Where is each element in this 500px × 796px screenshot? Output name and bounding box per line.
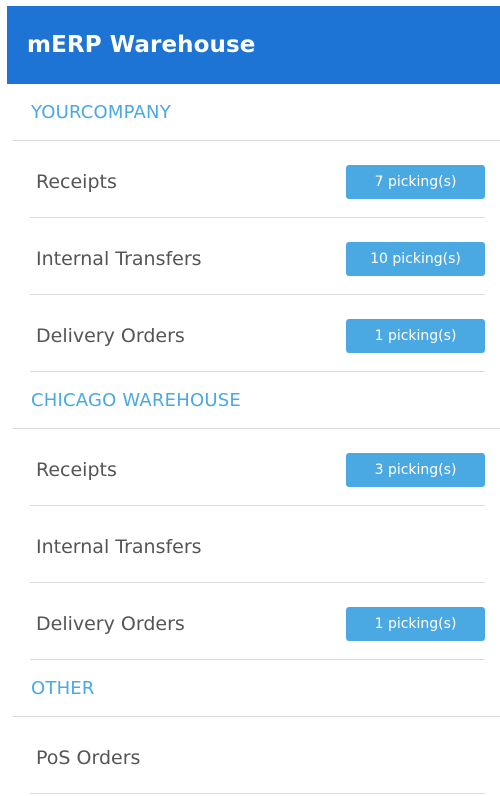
operation-label: PoS Orders [36, 747, 141, 769]
operation-label: Delivery Orders [36, 613, 185, 635]
section-header-other: OTHER [13, 660, 500, 717]
picking-count-badge[interactable]: 1 picking(s) [346, 319, 485, 353]
section-header-chicago-warehouse: CHICAGO WAREHOUSE [13, 372, 500, 429]
operation-label: Delivery Orders [36, 325, 185, 347]
app-header: mERP Warehouse [7, 6, 500, 84]
picking-count-badge[interactable]: 3 picking(s) [346, 453, 485, 487]
operation-item-receipts[interactable]: Receipts 3 picking(s) [30, 429, 485, 506]
operation-label: Internal Transfers [36, 536, 202, 558]
picking-count-badge[interactable]: 10 picking(s) [346, 242, 485, 276]
operation-item-internal-transfers[interactable]: Internal Transfers 10 picking(s) [30, 218, 485, 295]
operation-item-delivery-orders[interactable]: Delivery Orders 1 picking(s) [30, 583, 485, 660]
operation-item-receipts[interactable]: Receipts 7 picking(s) [30, 141, 485, 218]
operation-label: Internal Transfers [36, 248, 202, 270]
section-header-yourcompany: YOURCOMPANY [13, 84, 500, 141]
picking-count-badge[interactable]: 7 picking(s) [346, 165, 485, 199]
operation-item-internal-transfers[interactable]: Internal Transfers [30, 506, 485, 583]
picking-count-badge[interactable]: 1 picking(s) [346, 607, 485, 641]
app-title: mERP Warehouse [27, 32, 256, 58]
operations-list: YOURCOMPANY Receipts 7 picking(s) Intern… [13, 84, 500, 794]
operation-item-delivery-orders[interactable]: Delivery Orders 1 picking(s) [30, 295, 485, 372]
operation-item-pos-orders[interactable]: PoS Orders [30, 717, 485, 794]
operation-label: Receipts [36, 459, 117, 481]
operation-label: Receipts [36, 171, 117, 193]
